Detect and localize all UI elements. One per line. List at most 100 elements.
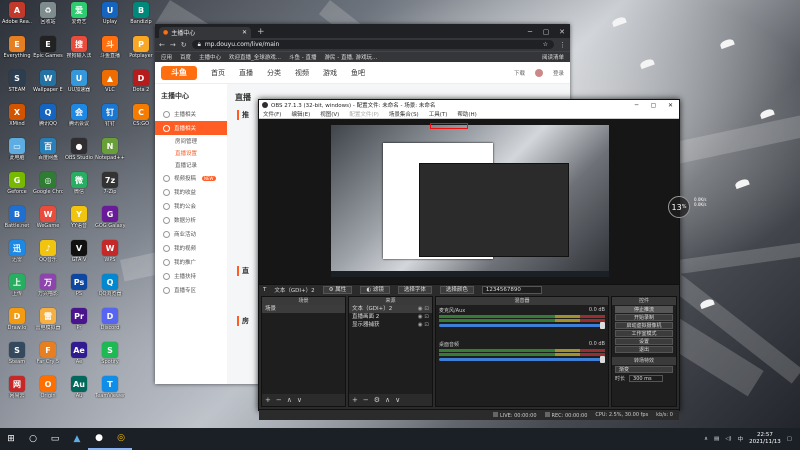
- control-button[interactable]: 开始录制: [615, 314, 673, 321]
- bookmark-item[interactable]: 应用: [161, 53, 172, 61]
- desktop-icon[interactable]: E Everything: [2, 36, 32, 70]
- desktop-icon[interactable]: 搜搜狗输入法: [64, 36, 94, 70]
- maximize-icon[interactable]: ▢: [645, 102, 662, 109]
- forward-icon[interactable]: →: [170, 41, 176, 49]
- desktop-icon[interactable]: X XMind: [2, 104, 32, 138]
- duration-input[interactable]: 300 ms: [629, 375, 664, 382]
- desktop-icon[interactable]: C CS:GO: [126, 104, 156, 138]
- nav-link[interactable]: 直播: [239, 68, 253, 78]
- language-indicator[interactable]: 中: [738, 435, 744, 443]
- obs-menu-item[interactable]: 文件(F): [263, 110, 281, 118]
- desktop-icon[interactable]: 钉钉钉: [95, 104, 125, 138]
- control-button[interactable]: 退出: [615, 346, 673, 353]
- start-button[interactable]: ⊞: [0, 428, 22, 450]
- properties-button[interactable]: ⚙ 属性: [322, 285, 353, 294]
- desktop-icon[interactable]: E Epic Games: [33, 36, 63, 70]
- control-button[interactable]: 设置: [615, 338, 673, 345]
- minimize-icon[interactable]: ─: [628, 102, 645, 109]
- download-link[interactable]: 下载: [514, 69, 525, 77]
- desktop-icon[interactable]: ♻ 回收站: [33, 2, 63, 36]
- extensions-icon[interactable]: ⋮: [559, 41, 566, 49]
- nav-link[interactable]: 游戏: [323, 68, 337, 78]
- control-button[interactable]: 工作室模式: [615, 330, 673, 337]
- desktop-icon[interactable]: D Discord: [95, 308, 125, 342]
- text-value-field[interactable]: 1234567890: [481, 285, 542, 294]
- reload-icon[interactable]: ↻: [181, 41, 187, 49]
- close-icon[interactable]: ✕: [662, 102, 679, 109]
- source-item[interactable]: 文本（GDI+）2 ◉ ⊡: [349, 305, 432, 313]
- nav-link[interactable]: 鱼吧: [351, 68, 365, 78]
- select-color-button[interactable]: 选择颜色: [439, 285, 474, 294]
- desktop-icon[interactable]: W WPS: [95, 240, 125, 274]
- desktop-icon[interactable]: G GOG Galaxy: [95, 206, 125, 240]
- douyu-logo[interactable]: 斗鱼: [161, 65, 197, 80]
- sidebar-subitem[interactable]: 房间管理: [155, 135, 227, 147]
- network-speed-widget[interactable]: 13%: [668, 196, 690, 218]
- filters-button[interactable]: ◐ 滤镜: [360, 285, 390, 294]
- nav-link[interactable]: 首页: [211, 68, 225, 78]
- avatar[interactable]: [534, 68, 543, 77]
- sidebar-item[interactable]: 视频投稿 NEW: [155, 171, 227, 185]
- login-link[interactable]: 登录: [553, 69, 564, 77]
- move-up-icon[interactable]: ∧: [385, 396, 390, 404]
- sidebar-item[interactable]: 主播扶持: [155, 269, 227, 283]
- sidebar-subitem[interactable]: 直播记录: [155, 159, 227, 171]
- taskbar-chrome[interactable]: ◎: [110, 428, 132, 450]
- gear-icon[interactable]: ⚙: [374, 396, 380, 404]
- obs-preview[interactable]: [259, 119, 679, 284]
- obs-menu-item[interactable]: 编辑(E): [291, 110, 310, 118]
- sidebar-item[interactable]: 主播相关: [155, 107, 227, 121]
- visibility-icon[interactable]: ◉ ⊡: [418, 313, 429, 321]
- desktop-icon[interactable]: S Spotify: [95, 342, 125, 376]
- volume-slider[interactable]: [439, 322, 605, 329]
- sidebar-item[interactable]: 我的推广: [155, 255, 227, 269]
- desktop-icon[interactable]: S Steam: [2, 342, 32, 376]
- desktop-icon[interactable]: 雷雷电模拟器: [33, 308, 63, 342]
- obs-menu-item[interactable]: 工具(T): [429, 110, 448, 118]
- bookmark-item[interactable]: 百度: [180, 53, 191, 61]
- back-icon[interactable]: ←: [159, 41, 165, 49]
- close-tab-icon[interactable]: ✕: [242, 29, 247, 36]
- reading-list-button[interactable]: 阅读清单: [542, 53, 564, 61]
- task-view-button[interactable]: ▭: [44, 428, 66, 450]
- nav-link[interactable]: 视频: [295, 68, 309, 78]
- maximize-icon[interactable]: ▢: [538, 26, 554, 38]
- desktop-icon[interactable]: G Geforce: [2, 172, 32, 206]
- desktop-icon[interactable]: Q QQ浏览器: [95, 274, 125, 308]
- desktop-icon[interactable]: U UU加速器: [64, 70, 94, 104]
- desktop-icon[interactable]: V GTA V: [64, 240, 94, 274]
- desktop-icon[interactable]: U Uplay: [95, 2, 125, 36]
- visibility-icon[interactable]: ◉ ⊡: [418, 321, 429, 329]
- bookmark-item[interactable]: 欢迎直播_全球游戏...: [229, 53, 281, 61]
- desktop-icon[interactable]: WWallpaper Engine: [33, 70, 63, 104]
- desktop-icon[interactable]: ● OBS Studio: [64, 138, 94, 172]
- desktop-icon[interactable]: Pr Pr: [64, 308, 94, 342]
- remove-icon[interactable]: −: [363, 396, 369, 404]
- transition-select[interactable]: 渐变: [615, 366, 673, 373]
- desktop-icon[interactable]: Ae Ae: [64, 342, 94, 376]
- select-font-button[interactable]: 选择字体: [397, 285, 432, 294]
- sidebar-item[interactable]: 直播相关: [155, 121, 227, 135]
- move-down-icon[interactable]: ∨: [297, 396, 302, 404]
- search-button[interactable]: ○: [22, 428, 44, 450]
- obs-menu-item[interactable]: 视图(V): [320, 110, 339, 118]
- desktop-icon[interactable]: F Far Cry 5: [33, 342, 63, 376]
- desktop-icon[interactable]: Ps PS: [64, 274, 94, 308]
- source-item[interactable]: 直播画面 2 ◉ ⊡: [349, 313, 432, 321]
- network-icon[interactable]: ▤: [714, 436, 719, 442]
- nav-link[interactable]: 分类: [267, 68, 281, 78]
- remove-icon[interactable]: −: [276, 396, 282, 404]
- desktop-icon[interactable]: ♪ QQ音乐: [33, 240, 63, 274]
- desktop-icon[interactable]: N Notepad++: [95, 138, 125, 172]
- add-icon[interactable]: +: [265, 396, 271, 404]
- volume-icon[interactable]: ◁): [725, 436, 731, 442]
- volume-slider[interactable]: [439, 356, 605, 363]
- desktop-icon[interactable]: S STEAM: [2, 70, 32, 104]
- desktop-icon[interactable]: 微微信: [64, 172, 94, 206]
- desktop-icon[interactable]: T TeamViewer: [95, 376, 125, 410]
- desktop-icon[interactable]: W WeGame: [33, 206, 63, 240]
- sidebar-subitem[interactable]: 直播设置: [155, 147, 227, 159]
- sidebar-item[interactable]: 我的视频: [155, 241, 227, 255]
- desktop-icon[interactable]: Y YY语音: [64, 206, 94, 240]
- desktop-icon[interactable]: ◎Google Chrome: [33, 172, 63, 206]
